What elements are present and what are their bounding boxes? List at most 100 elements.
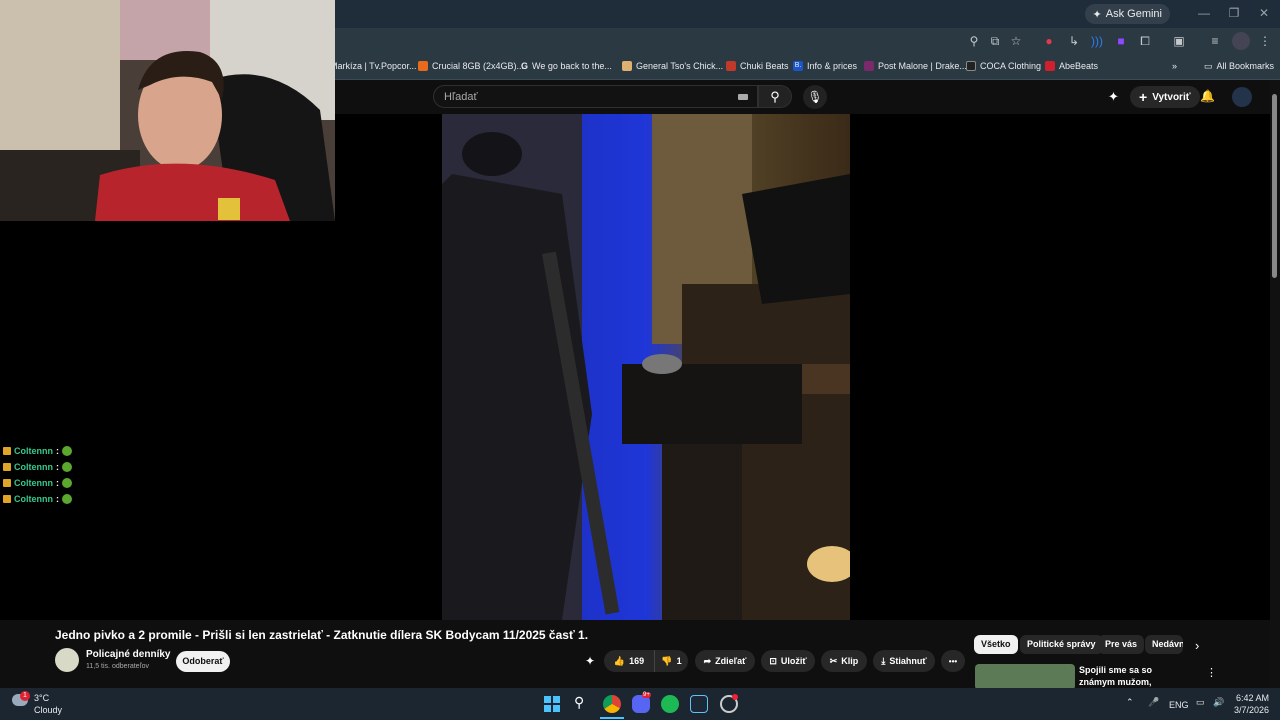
chat-separator: : <box>56 478 59 488</box>
search-button[interactable]: ⚲ <box>758 85 792 108</box>
subscribe-button[interactable]: Odoberať <box>176 651 230 672</box>
clip-button[interactable]: ✂ Klip <box>821 650 867 672</box>
ask-gemini-button[interactable]: ✦ Ask Gemini <box>1084 4 1170 24</box>
bookmark-star-icon[interactable]: ☆ <box>1007 32 1025 50</box>
bookmark-item[interactable]: Chuki Beats <box>726 57 789 75</box>
thumbs-down-icon: 👎 <box>661 655 673 666</box>
scissors-icon: ✂ <box>829 655 838 666</box>
chrome-icon[interactable] <box>603 695 621 713</box>
chat-username: Coltennn <box>14 462 53 472</box>
bookmark-item[interactable]: Markíza | Tv.Popcor... <box>330 57 417 75</box>
windows-start-icon[interactable] <box>544 696 560 712</box>
coca-icon <box>966 61 976 71</box>
weather-description[interactable]: Cloudy <box>34 705 62 715</box>
voice-search-button[interactable]: 🎙 <box>803 85 827 109</box>
chat-badge-icon <box>3 495 11 503</box>
bookmark-item[interactable]: B. Info & prices <box>793 57 857 75</box>
extension-arrow-icon[interactable]: ↳ <box>1065 32 1083 50</box>
extension-red-icon[interactable]: ● <box>1040 32 1058 50</box>
minimize-icon[interactable]: — <box>1192 4 1216 22</box>
ask-gemini-label: Ask Gemini <box>1105 8 1162 20</box>
create-button[interactable]: + Vytvoriť <box>1130 86 1200 108</box>
abebeats-icon <box>1045 61 1055 71</box>
chat-badge-icon <box>3 447 11 455</box>
download-icon: ⤓ <box>881 655 886 666</box>
plus-icon: + <box>1139 89 1148 105</box>
check-emote-icon <box>62 462 72 472</box>
channel-avatar[interactable] <box>55 648 79 672</box>
bookmark-label: Info & prices <box>807 61 858 71</box>
tray-chevron-up-icon[interactable]: ⌃ <box>1126 697 1134 708</box>
gemini-ask-icon[interactable]: ✦ <box>1108 89 1119 105</box>
share-label: Zdieľať <box>715 656 747 666</box>
profile-avatar-icon[interactable] <box>1232 32 1250 50</box>
steam-icon[interactable] <box>690 695 708 713</box>
booking-icon: B. <box>793 61 803 71</box>
all-bookmarks-button[interactable]: ▭ All Bookmarks <box>1204 57 1274 75</box>
reading-list-icon[interactable]: ▣ <box>1170 32 1188 50</box>
account-avatar[interactable] <box>1232 87 1252 107</box>
postmalone-icon <box>864 61 874 71</box>
chip-for-you[interactable]: Pre vás <box>1098 635 1145 654</box>
browser-menu-icon[interactable]: ⋮ <box>1256 32 1274 50</box>
media-controls-icon[interactable]: ≡ <box>1206 32 1224 50</box>
clip-label: Klip <box>841 656 859 666</box>
bookmark-label: Chuki Beats <box>740 61 789 71</box>
input-language[interactable]: ENG <box>1169 700 1189 710</box>
search-input[interactable]: Hľadať <box>433 85 758 108</box>
volume-icon[interactable]: 🔊 <box>1213 697 1224 708</box>
notifications-bell-icon[interactable]: 🔔 <box>1200 89 1215 103</box>
scrollbar-thumb[interactable] <box>1272 94 1277 278</box>
extension-twitch-icon[interactable]: ■ <box>1112 32 1130 50</box>
chat-separator: : <box>56 446 59 456</box>
download-button[interactable]: ⤓ Stiahnuť <box>873 650 935 672</box>
video-title: Jedno pivko a 2 promile - Prišli si len … <box>55 628 589 642</box>
weather-temperature[interactable]: 3°C <box>34 693 49 703</box>
chip-all[interactable]: Všetko <box>974 635 1018 654</box>
chip-political-news[interactable]: Politické správy <box>1020 635 1103 654</box>
save-button[interactable]: ⊡ Uložiť <box>761 650 815 672</box>
weather-badge: 1 <box>20 691 30 701</box>
bookmark-item[interactable]: General Tso's Chick... <box>622 57 723 75</box>
save-label: Uložiť <box>780 656 807 666</box>
clock-date[interactable]: 3/7/2026 <box>1234 705 1269 715</box>
more-bookmarks-icon[interactable]: » <box>1172 57 1177 75</box>
bookmark-item[interactable]: Post Malone | Drake... <box>864 57 967 75</box>
chat-username: Coltennn <box>14 478 53 488</box>
like-button[interactable]: 👍 169 <box>604 650 654 672</box>
taskbar-search-icon[interactable]: ⚲ <box>574 694 584 711</box>
clock-time[interactable]: 6:42 AM <box>1236 693 1269 703</box>
check-emote-icon <box>62 494 72 504</box>
network-icon[interactable]: ▭ <box>1196 697 1205 708</box>
close-icon[interactable]: ✕ <box>1252 4 1276 22</box>
more-actions-button[interactable]: ••• <box>941 650 965 672</box>
bookmark-item[interactable]: Crucial 8GB (2x4GB)... <box>418 57 524 75</box>
google-icon: G <box>521 61 529 71</box>
keyboard-icon[interactable] <box>738 94 748 100</box>
cast-icon[interactable]: ⧉ <box>986 32 1004 50</box>
gemini-sparkle-icon: ✦ <box>1092 8 1102 21</box>
chat-message: Coltennn: <box>3 478 72 488</box>
chat-username: Coltennn <box>14 494 53 504</box>
download-label: Stiahnuť <box>889 656 927 666</box>
recommended-thumbnail[interactable] <box>975 664 1075 690</box>
extension-audio-icon[interactable]: ))) <box>1088 32 1106 50</box>
channel-name[interactable]: Policajné denníky <box>86 649 170 660</box>
bookmark-item[interactable]: AbeBeats <box>1045 57 1098 75</box>
share-button[interactable]: ➦ Zdieľať <box>695 650 755 672</box>
recommended-menu-icon[interactable]: ⋮ <box>1206 666 1217 679</box>
chevron-right-icon[interactable]: › <box>1195 638 1199 653</box>
chip-recent[interactable]: Nedávno <box>1145 635 1183 654</box>
video-player[interactable] <box>442 114 850 620</box>
maximize-icon[interactable]: ❐ <box>1222 4 1246 22</box>
ask-gemini-sparkle-icon[interactable]: ✦ <box>585 654 595 668</box>
bookmark-item[interactable]: G We go back to the... <box>521 57 612 75</box>
chat-badge-icon <box>3 479 11 487</box>
spotify-icon[interactable] <box>661 695 679 713</box>
dislike-button[interactable]: 👎 1 <box>654 650 688 672</box>
microphone-icon: 🎙 <box>807 90 823 104</box>
zoom-icon[interactable]: ⚲ <box>965 32 983 50</box>
bookmark-item[interactable]: COCA Clothing <box>966 57 1041 75</box>
tray-mic-icon[interactable]: 🎤 <box>1148 697 1159 708</box>
extensions-puzzle-icon[interactable]: ⧠ <box>1136 32 1154 50</box>
